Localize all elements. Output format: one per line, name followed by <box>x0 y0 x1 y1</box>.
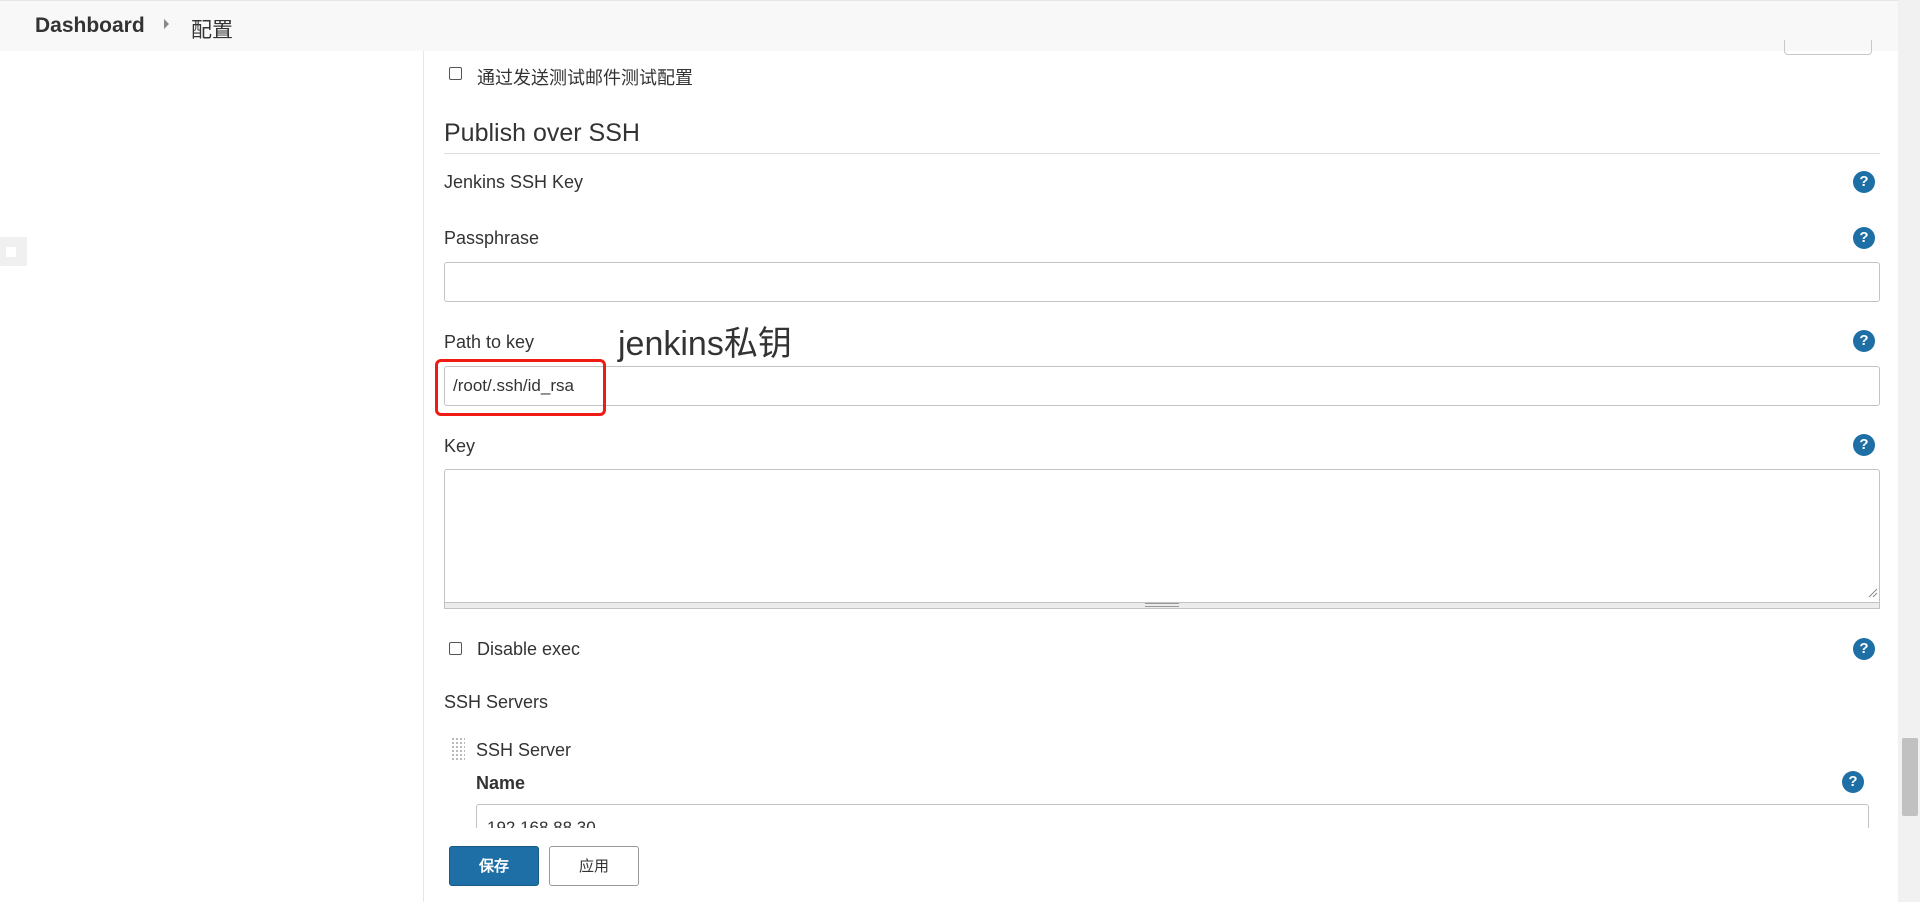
jenkins-ssh-key-label: Jenkins SSH Key <box>444 172 584 192</box>
side-panel <box>0 51 423 902</box>
drag-handle-icon[interactable] <box>451 737 465 761</box>
question-circle-icon[interactable]: ? <box>1842 771 1864 793</box>
annotation-highlight-box <box>435 359 606 416</box>
ssh-server-title: SSH Server <box>476 740 572 760</box>
disable-exec-checkbox[interactable] <box>449 642 462 655</box>
breadcrumb-dashboard-link[interactable]: Dashboard <box>35 14 145 38</box>
disable-exec-label: Disable exec <box>477 639 581 659</box>
email-test-checkbox[interactable] <box>449 67 462 80</box>
question-circle-icon[interactable]: ? <box>1853 434 1875 456</box>
question-circle-icon[interactable]: ? <box>1853 330 1875 352</box>
question-circle-icon[interactable]: ? <box>1853 638 1875 660</box>
section-divider <box>444 153 1880 154</box>
server-name-label: Name <box>476 773 526 793</box>
path-to-key-input[interactable] <box>444 366 1880 406</box>
bottom-action-bar <box>424 828 1898 902</box>
breadcrumb-bar: Dashboard 配置 <box>0 0 1920 51</box>
breadcrumb-current: 配置 <box>191 19 233 42</box>
breadcrumb-chevron-icon <box>164 19 169 29</box>
annotation-label: jenkins私钥 <box>618 325 792 363</box>
path-to-key-label: Path to key <box>444 332 535 352</box>
save-button[interactable]: 保存 <box>449 846 539 886</box>
grip-icon[interactable] <box>1145 603 1179 607</box>
page-scrollbar-thumb[interactable] <box>1902 738 1918 816</box>
passphrase-label: Passphrase <box>444 228 540 248</box>
question-circle-icon[interactable]: ? <box>1853 171 1875 193</box>
ssh-servers-label: SSH Servers <box>444 692 549 712</box>
side-panel-divider <box>423 51 424 902</box>
test-configuration-button[interactable] <box>1784 40 1872 55</box>
key-textarea[interactable] <box>444 469 1880 603</box>
textarea-resize-icon[interactable] <box>1866 586 1878 598</box>
email-test-label: 通过发送测试邮件测试配置 <box>477 68 693 88</box>
side-panel-toggle[interactable] <box>0 237 27 266</box>
key-label: Key <box>444 436 476 456</box>
passphrase-input[interactable] <box>444 262 1880 302</box>
apply-button[interactable]: 应用 <box>549 846 639 886</box>
question-circle-icon[interactable]: ? <box>1853 227 1875 249</box>
section-title-publish-over-ssh: Publish over SSH <box>444 119 640 147</box>
